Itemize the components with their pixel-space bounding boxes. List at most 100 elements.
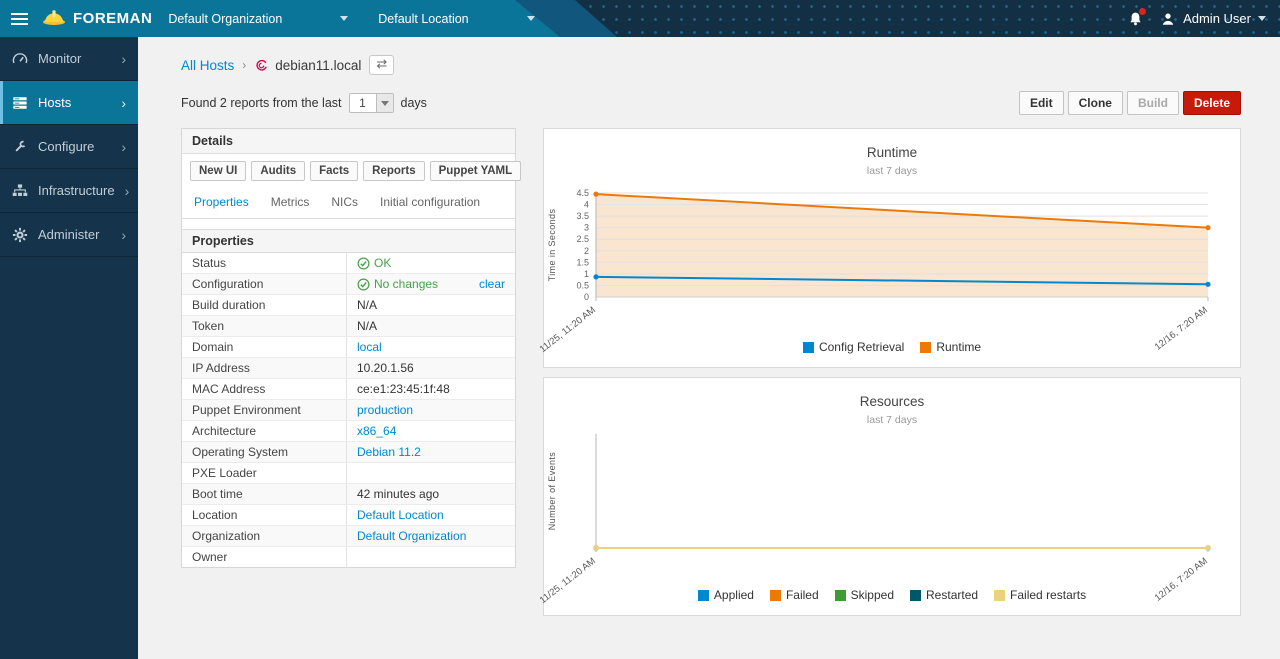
svg-text:2.5: 2.5	[576, 234, 589, 244]
clear-link[interactable]: clear	[479, 277, 505, 291]
location-dropdown[interactable]: Default Location	[378, 12, 534, 26]
switch-icon: ⇄	[376, 56, 387, 71]
property-label: IP Address	[182, 358, 346, 378]
legend-item[interactable]: Failed	[770, 588, 819, 602]
server-icon	[12, 95, 28, 111]
table-row: Domain local	[182, 337, 515, 358]
sidebar-item-monitor[interactable]: Monitor ›	[0, 37, 138, 81]
property-label: Operating System	[182, 442, 346, 462]
legend-item[interactable]: Restarted	[910, 588, 978, 602]
current-host-name: debian11.local	[275, 58, 361, 73]
table-row: Boot time 42 minutes ago	[182, 484, 515, 505]
chevron-right-icon: ›	[121, 139, 126, 155]
chart-subtitle: last 7 days	[544, 414, 1240, 426]
breadcrumb-all-hosts-link[interactable]: All Hosts	[181, 58, 234, 73]
puppet-environment-link[interactable]: production	[357, 403, 413, 417]
architecture-link[interactable]: x86_64	[357, 424, 396, 438]
property-label: Puppet Environment	[182, 400, 346, 420]
svg-text:0: 0	[584, 292, 589, 302]
table-row: PXE Loader	[182, 463, 515, 484]
table-row: Puppet Environment production	[182, 400, 515, 421]
location-link[interactable]: Default Location	[357, 508, 444, 522]
hamburger-menu-icon[interactable]	[0, 13, 38, 25]
table-row: MAC Address ce:e1:23:45:1f:48	[182, 379, 515, 400]
tab-metrics[interactable]: Metrics	[271, 195, 310, 209]
legend-label: Failed	[786, 588, 819, 602]
legend-item[interactable]: Applied	[698, 588, 754, 602]
days-select[interactable]: 1	[349, 93, 394, 113]
chart-title: Runtime	[544, 145, 1240, 160]
property-label: MAC Address	[182, 379, 346, 399]
table-row: Token N/A	[182, 316, 515, 337]
chart-title: Resources	[544, 394, 1240, 409]
property-label: Status	[182, 253, 346, 273]
legend-item[interactable]: Runtime	[920, 340, 981, 354]
details-card: Details New UI Audits Facts Reports Pupp…	[181, 128, 516, 568]
sidebar-item-configure[interactable]: Configure ›	[0, 125, 138, 169]
legend-label: Config Retrieval	[819, 340, 904, 354]
table-row: IP Address 10.20.1.56	[182, 358, 515, 379]
facts-button[interactable]: Facts	[310, 161, 358, 181]
sidebar-item-label: Hosts	[38, 95, 111, 110]
sidebar-item-hosts[interactable]: Hosts ›	[0, 81, 138, 125]
caret-down-icon	[381, 101, 389, 106]
build-button: Build	[1127, 91, 1179, 115]
clone-button[interactable]: Clone	[1068, 91, 1123, 115]
delete-button[interactable]: Delete	[1183, 91, 1241, 115]
table-row: Organization Default Organization	[182, 526, 515, 547]
legend-label: Restarted	[926, 588, 978, 602]
legend-label: Skipped	[851, 588, 894, 602]
wrench-icon	[12, 139, 28, 155]
domain-link[interactable]: local	[357, 340, 382, 354]
days-select-dropdown[interactable]	[376, 94, 393, 112]
table-row: Owner	[182, 547, 515, 567]
legend-item[interactable]: Config Retrieval	[803, 340, 904, 354]
new-ui-button[interactable]: New UI	[190, 161, 246, 181]
sidebar-item-label: Administer	[38, 227, 111, 242]
tab-nics[interactable]: NICs	[331, 195, 358, 209]
gear-icon	[12, 227, 28, 243]
legend-item[interactable]: Skipped	[835, 588, 894, 602]
svg-text:2: 2	[584, 246, 589, 256]
tab-properties[interactable]: Properties	[194, 195, 249, 209]
property-label: Boot time	[182, 484, 346, 504]
svg-text:3: 3	[584, 223, 589, 233]
reports-summary-suffix: days	[401, 96, 427, 110]
tab-initial-configuration[interactable]: Initial configuration	[380, 195, 480, 209]
sidebar-item-infrastructure[interactable]: Infrastructure ›	[0, 169, 138, 213]
top-navbar: FOREMAN Default Organization Default Loc…	[0, 0, 1280, 37]
puppet-yaml-button[interactable]: Puppet YAML	[430, 161, 521, 181]
property-label: Location	[182, 505, 346, 525]
reports-summary: Found 2 reports from the last 1 days	[181, 93, 427, 113]
operating-system-link[interactable]: Debian 11.2	[357, 445, 421, 459]
user-menu[interactable]: Admin User	[1160, 11, 1266, 27]
legend-label: Failed restarts	[1010, 588, 1086, 602]
resources-chart-legend: Applied Failed Skipped Restarted Failed rest…	[544, 588, 1240, 602]
audits-button[interactable]: Audits	[251, 161, 305, 181]
property-value: 10.20.1.56	[357, 361, 414, 375]
tachometer-icon	[12, 51, 28, 67]
sidebar-item-label: Infrastructure	[38, 183, 115, 198]
svg-text:Time in Seconds: Time in Seconds	[547, 209, 557, 282]
host-switcher-button[interactable]: ⇄	[369, 55, 394, 75]
chart-subtitle: last 7 days	[544, 165, 1240, 177]
notifications-button[interactable]	[1127, 10, 1144, 28]
edit-button[interactable]: Edit	[1019, 91, 1064, 115]
foreman-logo[interactable]: FOREMAN	[42, 6, 152, 31]
check-circle-icon	[357, 257, 370, 270]
organization-link[interactable]: Default Organization	[357, 529, 466, 543]
reports-button[interactable]: Reports	[363, 161, 424, 181]
legend-swatch	[920, 342, 931, 353]
svg-text:Number of Events: Number of Events	[547, 452, 557, 531]
sidebar-item-label: Monitor	[38, 51, 111, 66]
organization-label: Default Organization	[168, 12, 282, 26]
main-content: All Hosts › debian11.local ⇄ Found 2 rep…	[138, 37, 1280, 659]
organization-dropdown[interactable]: Default Organization	[168, 12, 348, 26]
svg-text:1.5: 1.5	[576, 257, 589, 267]
days-select-value: 1	[350, 94, 376, 112]
table-row: Build duration N/A	[182, 295, 515, 316]
legend-item[interactable]: Failed restarts	[994, 588, 1086, 602]
sidebar-item-administer[interactable]: Administer ›	[0, 213, 138, 257]
legend-swatch	[994, 590, 1005, 601]
notification-badge	[1139, 8, 1146, 15]
